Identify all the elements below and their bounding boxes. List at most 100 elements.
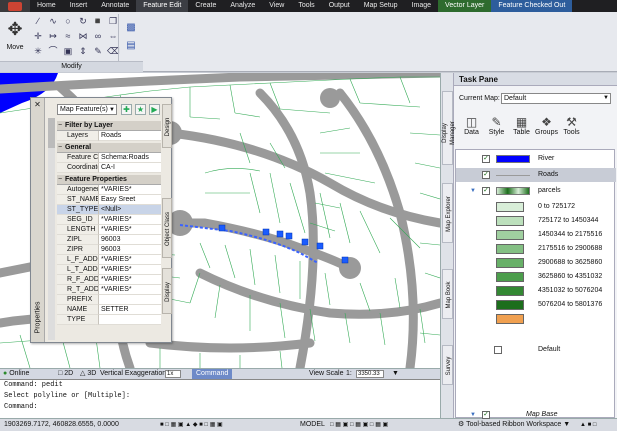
property-row[interactable]: Autogener...*VARIES* <box>57 185 161 195</box>
properties-scrollbar[interactable] <box>48 118 55 340</box>
property-row[interactable]: Coordinate...CA-I <box>57 163 161 173</box>
property-value[interactable]: Easy Sreet <box>99 195 161 205</box>
layer-item-map-base[interactable]: ▼ ✓ Map Base <box>456 408 616 422</box>
layer-visibility-checkbox[interactable] <box>494 346 502 354</box>
tab-tools[interactable]: Tools <box>291 0 321 12</box>
stretch-tool-icon[interactable]: ⇕ <box>77 45 89 57</box>
property-row[interactable]: R_T_ADD *VARIES* <box>57 285 161 295</box>
property-row[interactable]: ZIPR 96003 <box>57 245 161 255</box>
current-map-select[interactable]: Default ▼ <box>501 93 611 104</box>
command-line[interactable]: Command: pedit Select polyline or [Multi… <box>0 379 452 418</box>
online-button[interactable]: ● Online <box>3 369 29 379</box>
tab-feature-edit[interactable]: Feature Edit <box>136 0 189 12</box>
tab-annotate[interactable]: Annotate <box>94 0 136 12</box>
command-prompt[interactable]: Command: <box>4 402 452 413</box>
select-objects-icon[interactable]: ▶ <box>149 104 160 115</box>
tab-map-explorer[interactable]: Map Explorer <box>442 183 453 243</box>
property-value[interactable]: SETTER <box>99 305 161 315</box>
layer-item-roads[interactable]: ✓ Roads <box>456 168 616 182</box>
legend-item[interactable]: 2175516 to 2900688 <box>456 242 616 256</box>
collapse-icon[interactable]: ▼ <box>470 184 476 198</box>
vertical-exaggeration-select[interactable]: 1x <box>165 370 181 378</box>
view-scale-input[interactable]: 3350.33 <box>356 370 384 378</box>
property-row[interactable]: L_F_ADD *VARIES* <box>57 255 161 265</box>
property-value[interactable]: *VARIES* <box>99 265 161 275</box>
layer-visibility-checkbox[interactable]: ✓ <box>482 171 490 179</box>
legend-item[interactable]: 0 to 725172 <box>456 200 616 214</box>
update-feature-icon[interactable]: ▤ <box>124 39 138 53</box>
general-section-header[interactable]: General <box>57 143 161 153</box>
property-value[interactable] <box>99 295 161 305</box>
properties-title-strip[interactable]: ✕ Properties <box>31 98 45 342</box>
property-value[interactable]: 96003 <box>99 245 161 255</box>
tab-design[interactable]: Design <box>162 104 172 148</box>
checkout-feature-icon[interactable]: ▩ <box>124 21 138 35</box>
tab-map-setup[interactable]: Map Setup <box>357 0 405 12</box>
tab-image[interactable]: Image <box>405 0 438 12</box>
layer-item-parcels[interactable]: ▼ ✓ parcels <box>456 184 616 198</box>
legend-item[interactable]: 5076204 to 5801376 <box>456 298 616 312</box>
app-menu-button[interactable] <box>0 0 30 12</box>
scale-tool-icon[interactable]: ▣ <box>62 45 74 57</box>
groups-button[interactable]: ❖ Groups <box>534 115 559 143</box>
tab-survey[interactable]: Survey <box>442 345 453 385</box>
scale-dropdown-icon[interactable]: ▼ <box>392 369 399 379</box>
layer-item-default[interactable]: Default <box>454 343 614 357</box>
data-button[interactable]: ◫ Data <box>459 115 484 143</box>
property-row[interactable]: Layers Roads <box>57 131 161 141</box>
feature-section-header[interactable]: Feature Properties <box>57 175 161 185</box>
property-value[interactable]: *VARIES* <box>99 255 161 265</box>
property-value[interactable]: <Null> <box>99 205 161 215</box>
tab-display-manager[interactable]: Display Manager <box>442 91 456 165</box>
property-row[interactable]: SEG_ID *VARIES* <box>57 215 161 225</box>
node-tool-icon[interactable]: ◾ <box>92 15 104 27</box>
property-row[interactable]: ZIPL 96003 <box>57 235 161 245</box>
object-type-select[interactable]: Map Feature(s) ▼ <box>57 104 117 115</box>
command-tab[interactable]: Command <box>192 369 233 379</box>
property-row[interactable]: L_T_ADD *VARIES* <box>57 265 161 275</box>
property-value[interactable]: Schema:Roads <box>99 153 161 163</box>
move-button[interactable]: ✥ Move <box>2 14 28 58</box>
fillet-tool-icon[interactable]: ⌒ <box>47 45 59 57</box>
property-row[interactable]: ST_NAME Easy Sreet <box>57 195 161 205</box>
tab-object-class[interactable]: Object Class <box>162 198 172 258</box>
property-value[interactable]: *VARIES* <box>99 225 161 235</box>
line-tool-icon[interactable]: ∕ <box>32 15 44 27</box>
tab-analyze[interactable]: Analyze <box>223 0 262 12</box>
tab-home[interactable]: Home <box>30 0 63 12</box>
break-tool-icon[interactable]: ⋈ <box>77 30 89 42</box>
legend-item[interactable]: 4351032 to 5076204 <box>456 284 616 298</box>
legend-item[interactable]: 2900688 to 3625860 <box>456 256 616 270</box>
tab-view[interactable]: View <box>262 0 291 12</box>
circle-tool-icon[interactable]: ○ <box>62 15 74 27</box>
layer-visibility-checkbox[interactable]: ✓ <box>482 155 490 163</box>
trim-tool-icon[interactable]: ✛ <box>32 30 44 42</box>
explode-tool-icon[interactable]: ✳ <box>32 45 44 57</box>
filter-section-header[interactable]: Filter by Layer <box>57 121 161 131</box>
tab-feature-checked-out[interactable]: Feature Checked Out <box>491 0 573 12</box>
tab-insert[interactable]: Insert <box>63 0 95 12</box>
table-button[interactable]: ▦ Table <box>509 115 534 143</box>
pencil-tool-icon[interactable]: ✎ <box>92 45 104 57</box>
tab-vector-layer[interactable]: Vector Layer <box>438 0 492 12</box>
property-row[interactable]: TYPE <box>57 315 161 325</box>
scroll-thumb[interactable] <box>48 118 55 148</box>
add-to-selection-icon[interactable]: ✚ <box>121 104 132 115</box>
tab-output[interactable]: Output <box>322 0 357 12</box>
legend-item[interactable]: 3625860 to 4351032 <box>456 270 616 284</box>
property-value[interactable]: *VARIES* <box>99 285 161 295</box>
property-value[interactable]: CA-I <box>99 163 161 173</box>
property-row[interactable]: LENGTH *VARIES* <box>57 225 161 235</box>
layer-visibility-checkbox[interactable]: ✓ <box>482 411 490 419</box>
layout-icons[interactable]: □ ▦ ▣ □ ▦ ▣ □ ▦ ▣ <box>330 420 388 430</box>
property-value[interactable]: *VARIES* <box>99 275 161 285</box>
close-icon[interactable]: ✕ <box>33 100 42 109</box>
legend-item[interactable]: 1450344 to 2175516 <box>456 228 616 242</box>
property-value[interactable]: Roads <box>99 131 161 141</box>
style-button[interactable]: ✎ Style <box>484 115 509 143</box>
extend-tool-icon[interactable]: ↦ <box>47 30 59 42</box>
join-tool-icon[interactable]: ∞ <box>92 30 104 42</box>
property-value[interactable]: *VARIES* <box>99 215 161 225</box>
model-space-button[interactable]: MODEL <box>300 420 325 430</box>
snap-toggle-icons[interactable]: ■ □ ▦ ▣ ▲ ◆ ■ □ ▦ ▣ <box>160 420 223 430</box>
